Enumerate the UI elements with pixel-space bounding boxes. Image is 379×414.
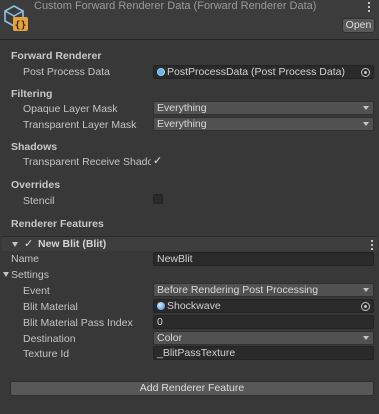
section-overrides: Overrides	[11, 179, 61, 191]
section-shadows: Shadows	[11, 141, 58, 153]
post-process-data-label: Post Process Data	[23, 66, 110, 78]
foldout-arrow-icon[interactable]	[12, 242, 18, 247]
section-renderer-features: Renderer Features	[11, 218, 104, 230]
chevron-down-icon	[363, 106, 369, 110]
settings-foldout-arrow-icon[interactable]	[3, 272, 9, 277]
event-value: Before Rendering Post Processing	[157, 284, 319, 296]
chevron-down-icon	[363, 122, 369, 126]
svg-text:{}: {}	[14, 20, 26, 31]
add-renderer-feature-button[interactable]: Add Renderer Feature	[10, 381, 374, 396]
material-sphere-icon	[157, 302, 165, 310]
blit-material-label: Blit Material	[23, 301, 78, 313]
transparent-layer-mask-dropdown[interactable]: Everything	[153, 117, 374, 131]
kebab-menu-icon[interactable]	[370, 240, 374, 252]
checkmark-icon: ✓	[153, 155, 163, 167]
stencil-label: Stencil	[23, 195, 55, 207]
kebab-menu-icon[interactable]	[364, 2, 374, 14]
stencil-checkbox[interactable]	[153, 194, 163, 204]
feature-enabled-checkbox[interactable]: ✓	[24, 237, 33, 250]
blit-material-value: Shockwave	[167, 300, 221, 312]
event-label: Event	[23, 285, 50, 297]
name-label: Name	[11, 253, 40, 265]
texture-id-label: Texture Id	[23, 348, 70, 360]
scriptable-object-icon: {}	[4, 5, 28, 31]
destination-dropdown[interactable]: Color	[153, 331, 374, 345]
blit-material-field[interactable]: Shockwave	[153, 299, 374, 313]
feature-title: New Blit (Blit)	[38, 238, 107, 250]
object-picker-icon[interactable]	[361, 302, 370, 311]
post-process-data-field[interactable]: PostProcessData (Post Process Data)	[153, 65, 374, 79]
destination-value: Color	[157, 332, 183, 344]
blit-material-pass-index-label: Blit Material Pass Index	[23, 317, 133, 329]
transparent-receive-shadows-checkbox[interactable]: ✓	[153, 155, 163, 167]
settings-foldout-label[interactable]: Settings	[11, 269, 49, 281]
feature-header-new-blit[interactable]: ✓ New Blit (Blit)	[2, 236, 377, 251]
post-process-asset-icon	[157, 68, 165, 76]
object-picker-icon[interactable]	[361, 68, 370, 77]
opaque-layer-mask-dropdown[interactable]: Everything	[153, 101, 374, 115]
inspector-title: Custom Forward Renderer Data (Forward Re…	[34, 0, 317, 12]
opaque-layer-mask-label: Opaque Layer Mask	[23, 103, 118, 115]
opaque-layer-mask-value: Everything	[157, 102, 207, 114]
section-forward-renderer: Forward Renderer	[11, 50, 102, 62]
event-dropdown[interactable]: Before Rendering Post Processing	[153, 283, 374, 297]
blit-material-pass-index-field[interactable]: 0	[153, 315, 374, 329]
name-field[interactable]: NewBlit	[153, 252, 374, 266]
transparent-layer-mask-value: Everything	[157, 118, 207, 130]
texture-id-field[interactable]: _BlitPassTexture	[153, 346, 374, 360]
transparent-receive-shadows-label: Transparent Receive Shadows	[23, 156, 151, 168]
inspector-header: {} Custom Forward Renderer Data (Forward…	[0, 0, 379, 40]
section-filtering: Filtering	[11, 88, 53, 100]
open-button[interactable]: Open	[342, 18, 375, 33]
chevron-down-icon	[363, 288, 369, 292]
post-process-data-value: PostProcessData (Post Process Data)	[167, 66, 345, 78]
transparent-layer-mask-label: Transparent Layer Mask	[23, 119, 137, 131]
destination-label: Destination	[23, 333, 76, 345]
chevron-down-icon	[363, 336, 369, 340]
